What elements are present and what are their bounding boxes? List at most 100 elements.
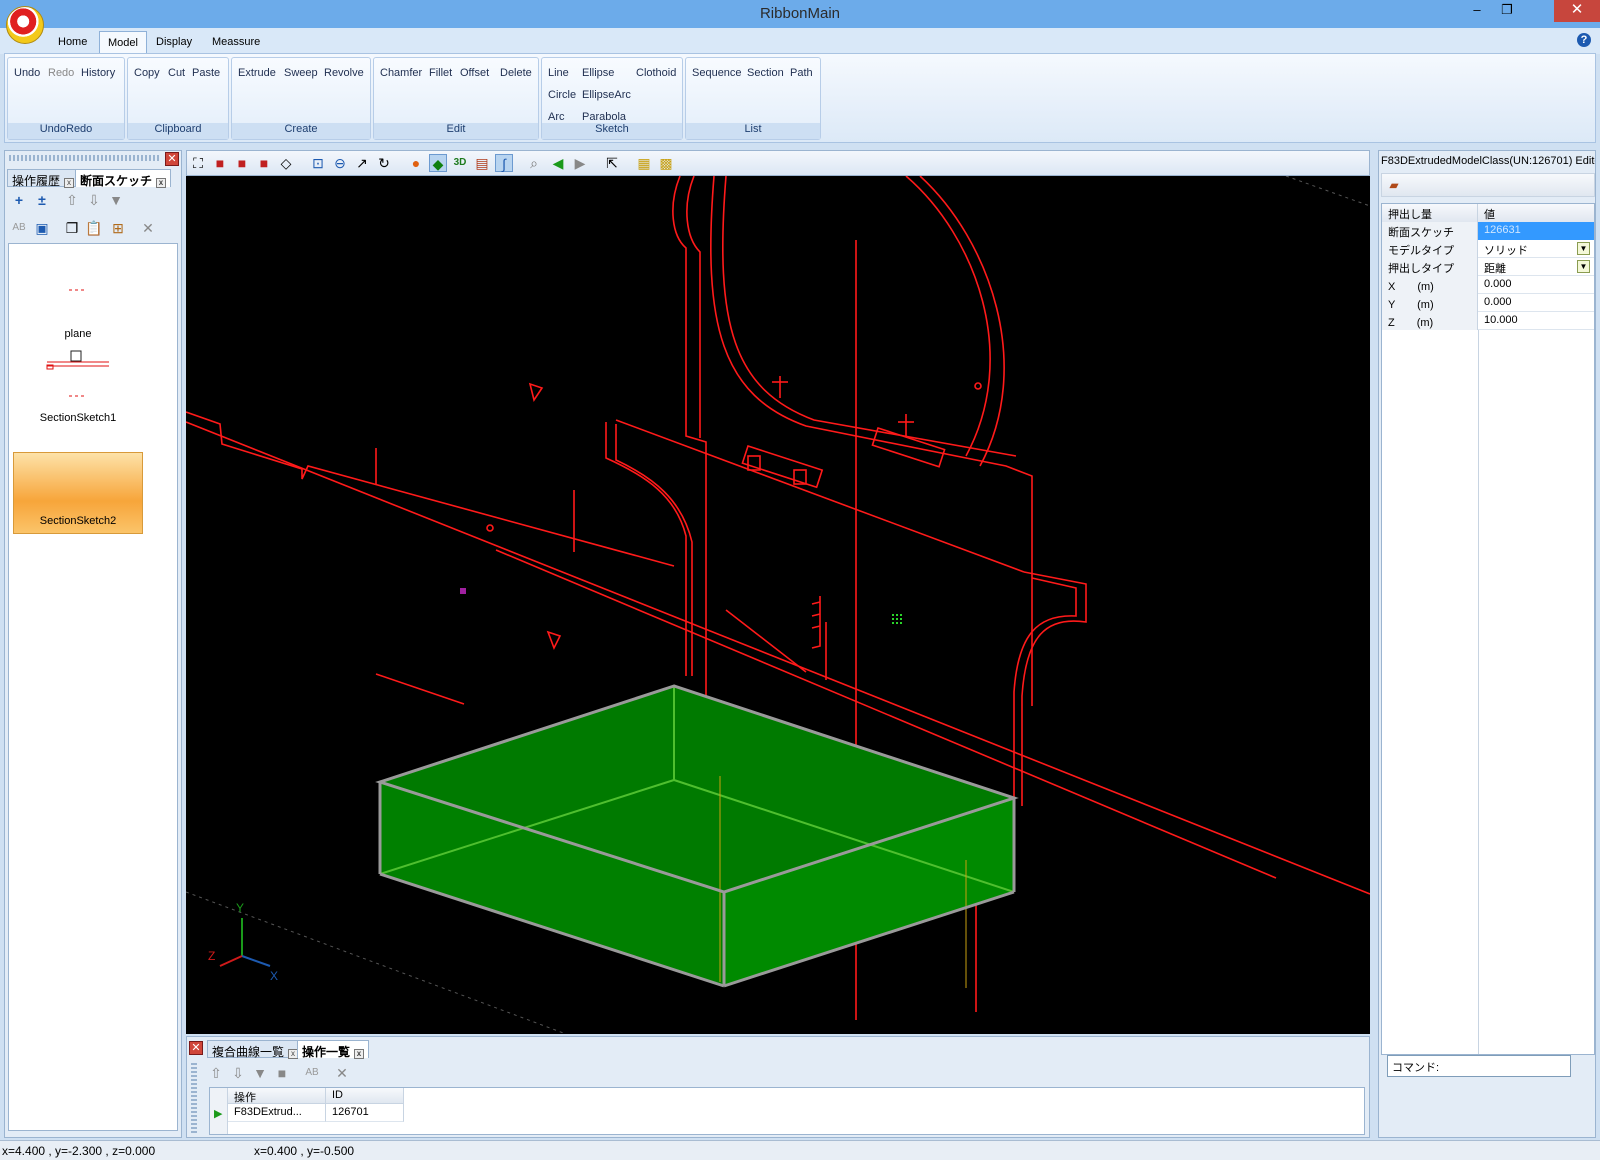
history-button[interactable]: History [81, 67, 115, 79]
fillet-button[interactable]: Fillet [429, 67, 452, 79]
tab-close-icon[interactable]: x [156, 178, 167, 188]
tab-meassure[interactable]: Meassure [204, 31, 268, 54]
copy-icon[interactable]: ❐ [63, 219, 81, 237]
close-button[interactable]: ✕ [1554, 0, 1600, 22]
clothoid-button[interactable]: Clothoid [636, 67, 676, 79]
dropdown-arrow-icon[interactable]: ▼ [1577, 260, 1590, 273]
list-item[interactable]: plane [13, 264, 143, 346]
select-area-icon[interactable]: ▦ [635, 154, 653, 172]
chamfer-button[interactable]: Chamfer [380, 67, 422, 79]
render-sphere-icon[interactable]: ● [407, 154, 425, 172]
section-button[interactable]: Section [747, 67, 784, 79]
forward-icon[interactable]: ▶ [571, 154, 589, 172]
tab-operations[interactable]: 操作一覧 x [297, 1040, 370, 1059]
paste-button[interactable]: Paste [192, 67, 220, 79]
arc-button[interactable]: Arc [548, 111, 565, 123]
insert-icon[interactable]: ± [33, 191, 51, 209]
tab-model[interactable]: Model [99, 31, 147, 54]
sequence-button[interactable]: Sequence [692, 67, 742, 79]
add-icon[interactable]: + [10, 191, 28, 209]
table-cell-id[interactable]: 126701 [326, 1104, 404, 1122]
tab-close-icon[interactable]: x [354, 1049, 365, 1059]
circle-button[interactable]: Circle [548, 89, 576, 101]
back-icon[interactable]: ◀ [549, 154, 567, 172]
copy-button[interactable]: Copy [134, 67, 160, 79]
pointer-icon[interactable]: ⇱ [603, 154, 621, 172]
move-up-icon[interactable]: ⇧ [207, 1064, 225, 1082]
delete-icon[interactable]: ✕ [139, 219, 157, 237]
move-down-icon[interactable]: ⇩ [229, 1064, 247, 1082]
parabola-button[interactable]: Parabola [582, 111, 626, 123]
property-value[interactable]: 126631 [1478, 222, 1594, 240]
rename-icon[interactable]: AB [10, 219, 28, 237]
zoom-fit-icon[interactable]: ⊡ [309, 154, 327, 172]
undo-button[interactable]: Undo [14, 67, 40, 79]
help-icon[interactable]: ? [1577, 33, 1591, 47]
view-front-icon[interactable]: ■ [211, 154, 229, 172]
3d-viewport[interactable]: Y X Z [185, 175, 1371, 1035]
line-button[interactable]: Line [548, 67, 569, 79]
open-folder-icon[interactable]: ▰ [1385, 176, 1403, 194]
tab-section-sketch[interactable]: 断面スケッチ x [75, 169, 172, 188]
view-iso-icon[interactable]: ◇ [277, 154, 295, 172]
view-top-icon[interactable]: ■ [233, 154, 251, 172]
move-down-icon[interactable]: ⇩ [85, 191, 103, 209]
import-icon[interactable]: ⊞ [109, 219, 127, 237]
property-row-y[interactable]: Y (m) 0.000 [1382, 294, 1594, 312]
curve-mode-icon[interactable]: ∫ [495, 154, 513, 172]
tab-display[interactable]: Display [148, 31, 200, 54]
view-icon[interactable]: ▣ [33, 219, 51, 237]
delete-button[interactable]: Delete [500, 67, 532, 79]
offset-button[interactable]: Offset [460, 67, 489, 79]
window-icon[interactable]: ▤ [473, 154, 491, 172]
property-value[interactable]: 0.000 [1478, 276, 1594, 294]
property-row-z[interactable]: Z (m) 10.000 [1382, 312, 1594, 330]
panel-grip[interactable] [191, 1063, 197, 1133]
table-cell-operation[interactable]: F83DExtrud... [228, 1104, 326, 1122]
tab-close-icon[interactable]: x [64, 178, 75, 188]
rotate-icon[interactable]: ↻ [375, 154, 393, 172]
ellipse-button[interactable]: Ellipse [582, 67, 614, 79]
property-row-model-type[interactable]: モデルタイプ ソリッド ▼ [1382, 240, 1594, 258]
paste-icon[interactable]: 📋 [85, 219, 103, 237]
close-panel-icon[interactable]: ✕ [189, 1041, 203, 1055]
zoom-out-icon[interactable]: ⊖ [331, 154, 349, 172]
select-multi-icon[interactable]: ▩ [657, 154, 675, 172]
column-header-operation[interactable]: 操作 [228, 1088, 326, 1104]
list-item-selected[interactable]: SectionSketch2 [13, 452, 143, 534]
list-item[interactable]: SectionSketch1 [13, 348, 143, 430]
tab-operation-history[interactable]: 操作履歴 x [7, 169, 80, 188]
cut-button[interactable]: Cut [168, 67, 185, 79]
dropdown-arrow-icon[interactable]: ▼ [1577, 242, 1590, 255]
app-menu-icon[interactable] [6, 6, 44, 44]
panel-grip[interactable] [9, 155, 161, 161]
extrude-button[interactable]: Extrude [238, 67, 276, 79]
view-side-icon[interactable]: ■ [255, 154, 273, 172]
3d-view-icon[interactable]: 3D [451, 154, 469, 172]
redo-button[interactable]: Redo [48, 67, 74, 79]
filter-icon[interactable]: ▼ [251, 1064, 269, 1082]
filter-icon[interactable]: ▼ [107, 191, 125, 209]
property-value[interactable]: 0.000 [1478, 294, 1594, 312]
tab-home[interactable]: Home [50, 31, 95, 54]
tab-composite-curves[interactable]: 複合曲線一覧 x [207, 1040, 304, 1059]
minimize-button[interactable]: – [1462, 0, 1492, 22]
restore-button[interactable]: ❐ [1492, 0, 1522, 22]
property-row-x[interactable]: X (m) 0.000 [1382, 276, 1594, 294]
property-value[interactable]: 10.000 [1478, 312, 1594, 330]
property-row-section-sketch[interactable]: 断面スケッチ 126631 [1382, 222, 1594, 240]
ellipsearc-button[interactable]: EllipseArc [582, 89, 631, 101]
stop-icon[interactable]: ■ [273, 1064, 291, 1082]
sweep-button[interactable]: Sweep [284, 67, 318, 79]
search-icon[interactable]: ⌕ [525, 154, 543, 172]
property-row-extrude-type[interactable]: 押出しタイプ 距離 ▼ [1382, 258, 1594, 276]
command-input[interactable]: コマンド: [1387, 1055, 1571, 1077]
select-box-icon[interactable]: ⛶ [189, 154, 207, 172]
rename-icon[interactable]: AB [303, 1064, 321, 1082]
move-up-icon[interactable]: ⇧ [63, 191, 81, 209]
pan-icon[interactable]: ↗ [353, 154, 371, 172]
path-button[interactable]: Path [790, 67, 813, 79]
close-panel-icon[interactable]: ✕ [165, 152, 179, 166]
shaded-icon[interactable]: ◆ [429, 154, 447, 172]
delete-icon[interactable]: ✕ [333, 1064, 351, 1082]
